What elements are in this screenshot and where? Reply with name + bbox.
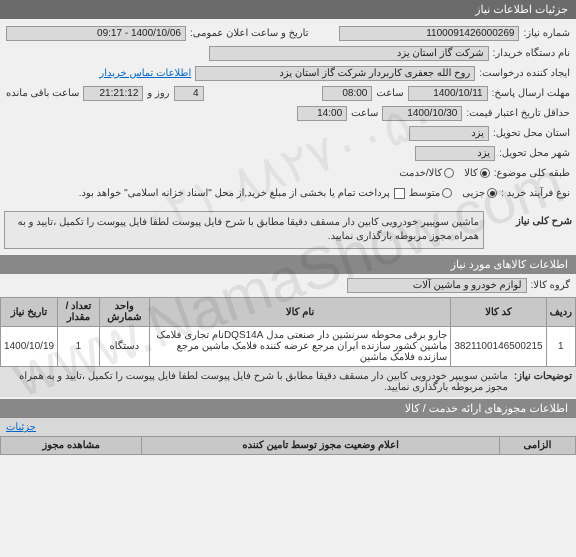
payment-note: پرداخت تمام یا بخشی از مبلغ خرید,از محل … — [79, 188, 390, 199]
remain-days-label: روز و — [147, 88, 169, 99]
cell-qty: 1 — [58, 327, 100, 367]
announce-value: 1400/10/06 - 09:17 — [6, 26, 186, 41]
deadline-label: مهلت ارسال پاسخ: — [492, 88, 570, 99]
lic-th-1: الزامی — [499, 437, 575, 455]
remain-days: 4 — [174, 86, 204, 101]
group-value: لوازم خودرو و ماشین آلات — [347, 278, 527, 293]
th-row: ردیف — [546, 298, 575, 327]
cell-unit: دستگاه — [99, 327, 149, 367]
lic-th-3: مشاهده مجوز — [1, 437, 142, 455]
notes-label: توضیحات نیاز: — [514, 371, 572, 393]
need-number-value: 1100091426000269 — [339, 26, 519, 41]
radio-partial-label: جزیی — [462, 188, 485, 199]
time-label-2: ساعت — [351, 108, 378, 119]
license-table: الزامی اعلام وضعیت مجوز توسط تامین کننده… — [0, 436, 576, 455]
th-unit: واحد شمارش — [99, 298, 149, 327]
page-title: جزئیات اطلاعات نیاز — [475, 4, 568, 16]
radio-medium-label: متوسط — [409, 188, 440, 199]
notes-row: توضیحات نیاز: ماشین سوییپر خودرویی کابین… — [0, 367, 576, 397]
general-desc-title: شرح کلی نیاز — [516, 216, 572, 227]
need-number-label: شماره نیاز: — [523, 28, 570, 39]
th-code: کد کالا — [451, 298, 546, 327]
general-desc-box: ماشین سوییپر خودرویی کابین دار مسقف دقیق… — [4, 211, 484, 249]
th-qty: تعداد / مقدار — [58, 298, 100, 327]
buyer-value: شرکت گاز استان یزد — [209, 46, 489, 61]
payment-checkbox[interactable] — [394, 188, 405, 199]
requester-value: روح الله جعفری کاربردار شرکت گاز استان ی… — [195, 66, 475, 81]
general-desc-text: ماشین سوییپر خودرویی کابین دار مسقف دقیق… — [18, 217, 479, 242]
radio-medium[interactable] — [442, 188, 452, 198]
radio-goods[interactable] — [480, 168, 490, 178]
cell-date: 1400/10/19 — [1, 327, 58, 367]
deadline-date: 1400/10/11 — [408, 86, 488, 101]
validity-label: حداقل تاریخ اعتبار قیمت: — [466, 108, 570, 119]
province-value: یزد — [409, 126, 489, 141]
process-radio-group: جزیی متوسط — [409, 188, 497, 199]
form-section: شماره نیاز: 1100091426000269 تاریخ و ساع… — [0, 19, 576, 207]
remain-time: 21:21:12 — [83, 86, 143, 101]
items-section-title: اطلاعات کالاهای مورد نیاز — [0, 255, 576, 274]
category-label: طبقه کلی موضوع: — [494, 168, 570, 179]
validity-time: 14:00 — [297, 106, 347, 121]
process-label: نوع فرآیند خرید : — [501, 188, 570, 199]
th-date: تاریخ نیاز — [1, 298, 58, 327]
category-radio-group: کالا کالا/خدمت — [399, 168, 489, 179]
radio-service-label: کالا/خدمت — [399, 168, 442, 179]
remain-suffix: ساعت باقی مانده — [6, 88, 79, 99]
th-name: نام کالا — [149, 298, 450, 327]
license-section-title: اطلاعات مجوزهای ارائه خدمت / کالا — [0, 399, 576, 418]
items-table: ردیف کد کالا نام کالا واحد شمارش تعداد /… — [0, 297, 576, 367]
time-label-1: ساعت — [376, 88, 403, 99]
buyer-contact-link[interactable]: اطلاعات تماس خریدار — [99, 68, 191, 79]
lic-th-2: اعلام وضعیت مجوز توسط تامین کننده — [142, 437, 499, 455]
requester-label: ایجاد کننده درخواست: — [479, 68, 570, 79]
cell-row: 1 — [546, 327, 575, 367]
radio-goods-label: کالا — [464, 168, 478, 179]
details-link[interactable]: جزئیات — [6, 422, 36, 433]
cell-code: 3821100146500215 — [451, 327, 546, 367]
announce-label: تاریخ و ساعت اعلان عمومی: — [190, 28, 309, 39]
deadline-time: 08:00 — [322, 86, 372, 101]
city-label: شهر محل تحویل: — [499, 148, 570, 159]
table-row: 1 3821100146500215 جارو برقی محوطه سرنشی… — [1, 327, 576, 367]
city-value: یزد — [415, 146, 495, 161]
notes-text: ماشین سوییپر خودرویی کابین دار مسقف دقیق… — [4, 371, 508, 393]
province-label: استان محل تحویل: — [493, 128, 570, 139]
validity-date: 1400/10/30 — [382, 106, 462, 121]
group-label: گروه کالا: — [531, 280, 570, 291]
radio-partial[interactable] — [487, 188, 497, 198]
buyer-label: نام دستگاه خریدار: — [493, 48, 570, 59]
cell-name: جارو برقی محوطه سرنشین دار صنعتی مدل DQS… — [149, 327, 450, 367]
page-header: جزئیات اطلاعات نیاز — [0, 0, 576, 19]
radio-service[interactable] — [444, 168, 454, 178]
